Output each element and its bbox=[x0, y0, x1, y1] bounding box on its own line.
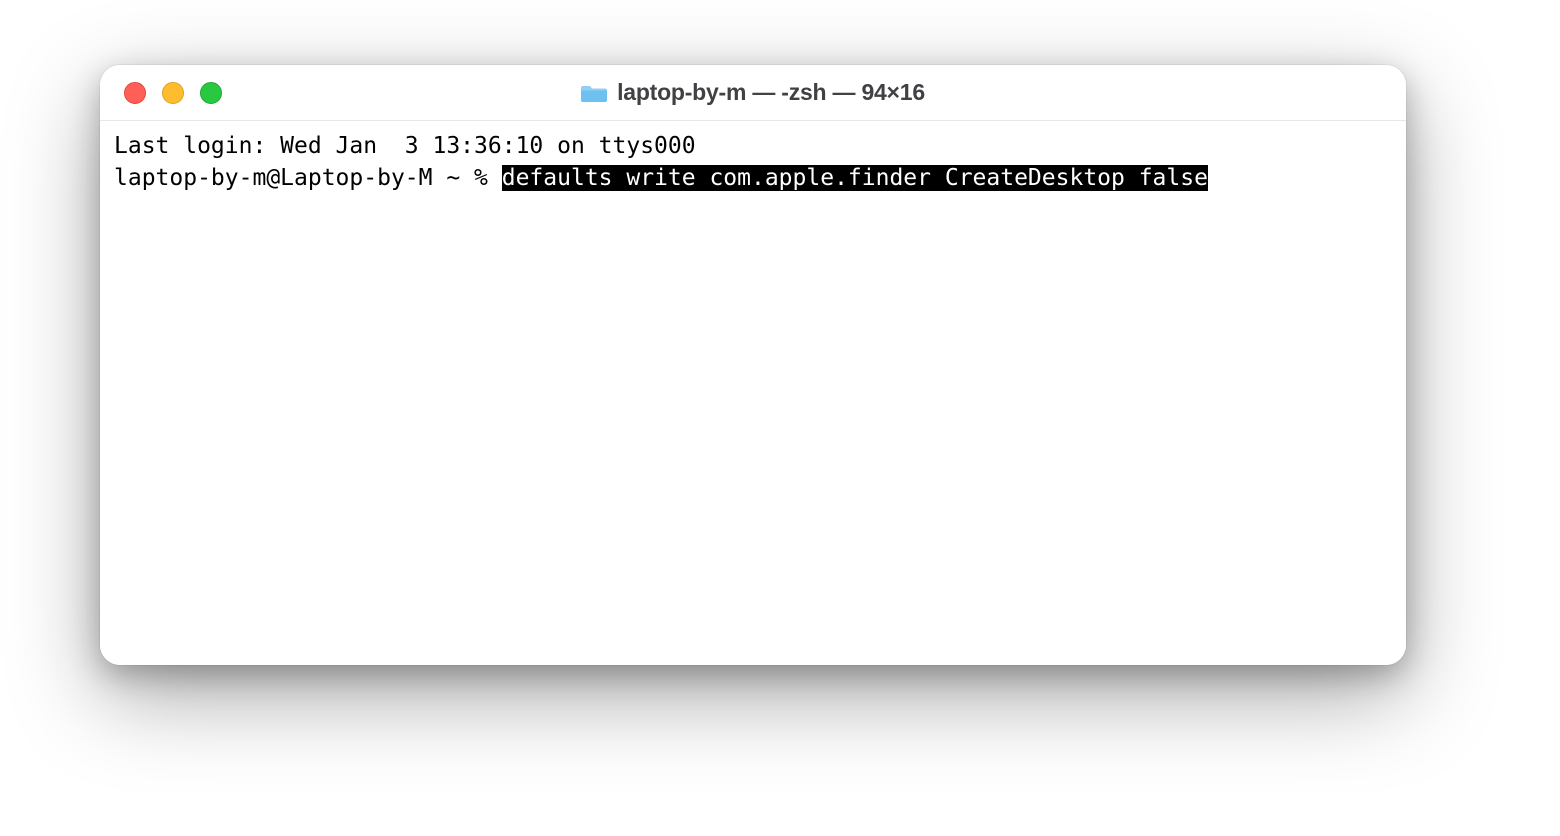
terminal-body[interactable]: Last login: Wed Jan 3 13:36:10 on ttys00… bbox=[100, 121, 1406, 665]
minimize-button[interactable] bbox=[162, 82, 184, 104]
title-wrap: laptop-by-m — -zsh — 94×16 bbox=[100, 79, 1406, 106]
close-button[interactable] bbox=[124, 82, 146, 104]
window-title: laptop-by-m — -zsh — 94×16 bbox=[617, 79, 925, 106]
last-login-line: Last login: Wed Jan 3 13:36:10 on ttys00… bbox=[114, 131, 1392, 163]
terminal-window: laptop-by-m — -zsh — 94×16 Last login: W… bbox=[100, 65, 1406, 665]
title-bar: laptop-by-m — -zsh — 94×16 bbox=[100, 65, 1406, 121]
folder-icon bbox=[581, 82, 607, 104]
zoom-button[interactable] bbox=[200, 82, 222, 104]
prompt-line: laptop-by-m@Laptop-by-M ~ % defaults wri… bbox=[114, 163, 1392, 195]
command-text[interactable]: defaults write com.apple.finder CreateDe… bbox=[502, 165, 1208, 191]
window-controls bbox=[124, 82, 222, 104]
shell-prompt: laptop-by-m@Laptop-by-M ~ % bbox=[114, 165, 502, 191]
